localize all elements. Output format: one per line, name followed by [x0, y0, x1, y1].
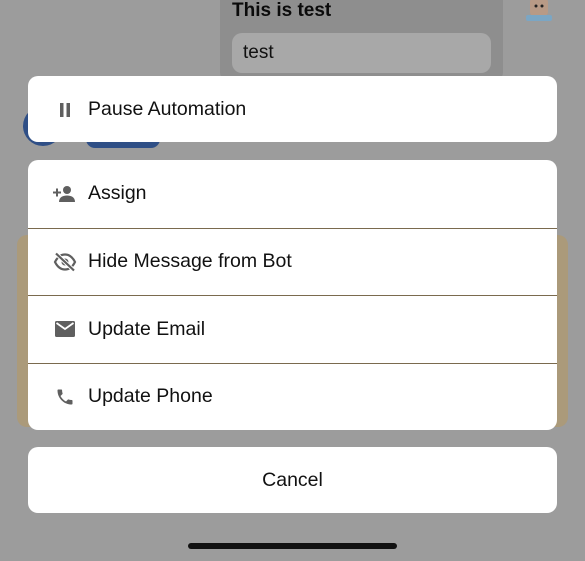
pause-icon: [52, 97, 78, 123]
update-email-label: Update Email: [88, 317, 206, 340]
pause-automation-label: Pause Automation: [88, 98, 247, 120]
cancel-label: Cancel: [262, 469, 323, 491]
phone-icon: [52, 384, 78, 410]
action-sheet-top-group: Pause Automation: [28, 76, 557, 142]
avatar: [522, 0, 558, 24]
hide-message-label: Hide Message from Bot: [88, 250, 292, 273]
hide-message-from-bot-button[interactable]: Hide Message from Bot: [28, 227, 557, 296]
home-indicator[interactable]: [188, 543, 397, 549]
message-title: This is test: [232, 0, 332, 21]
message-bubble: This is test test: [220, 0, 503, 82]
assign-label: Assign: [88, 182, 147, 205]
cancel-group: Cancel: [28, 447, 557, 513]
message-field-value: test: [243, 42, 274, 63]
message-field: test: [232, 33, 491, 73]
update-email-button[interactable]: Update Email: [28, 295, 557, 363]
person-add-icon: [52, 181, 78, 207]
mail-icon: [52, 316, 78, 342]
pause-automation-button[interactable]: Pause Automation: [28, 76, 557, 142]
assign-button[interactable]: Assign: [28, 160, 557, 228]
update-phone-button[interactable]: Update Phone: [28, 362, 557, 431]
action-sheet-main-group: Assign Hide Message from Bot Update Emai…: [28, 160, 557, 430]
eye-off-icon: [52, 249, 78, 275]
cancel-button[interactable]: Cancel: [28, 447, 557, 513]
update-phone-label: Update Phone: [88, 385, 213, 408]
